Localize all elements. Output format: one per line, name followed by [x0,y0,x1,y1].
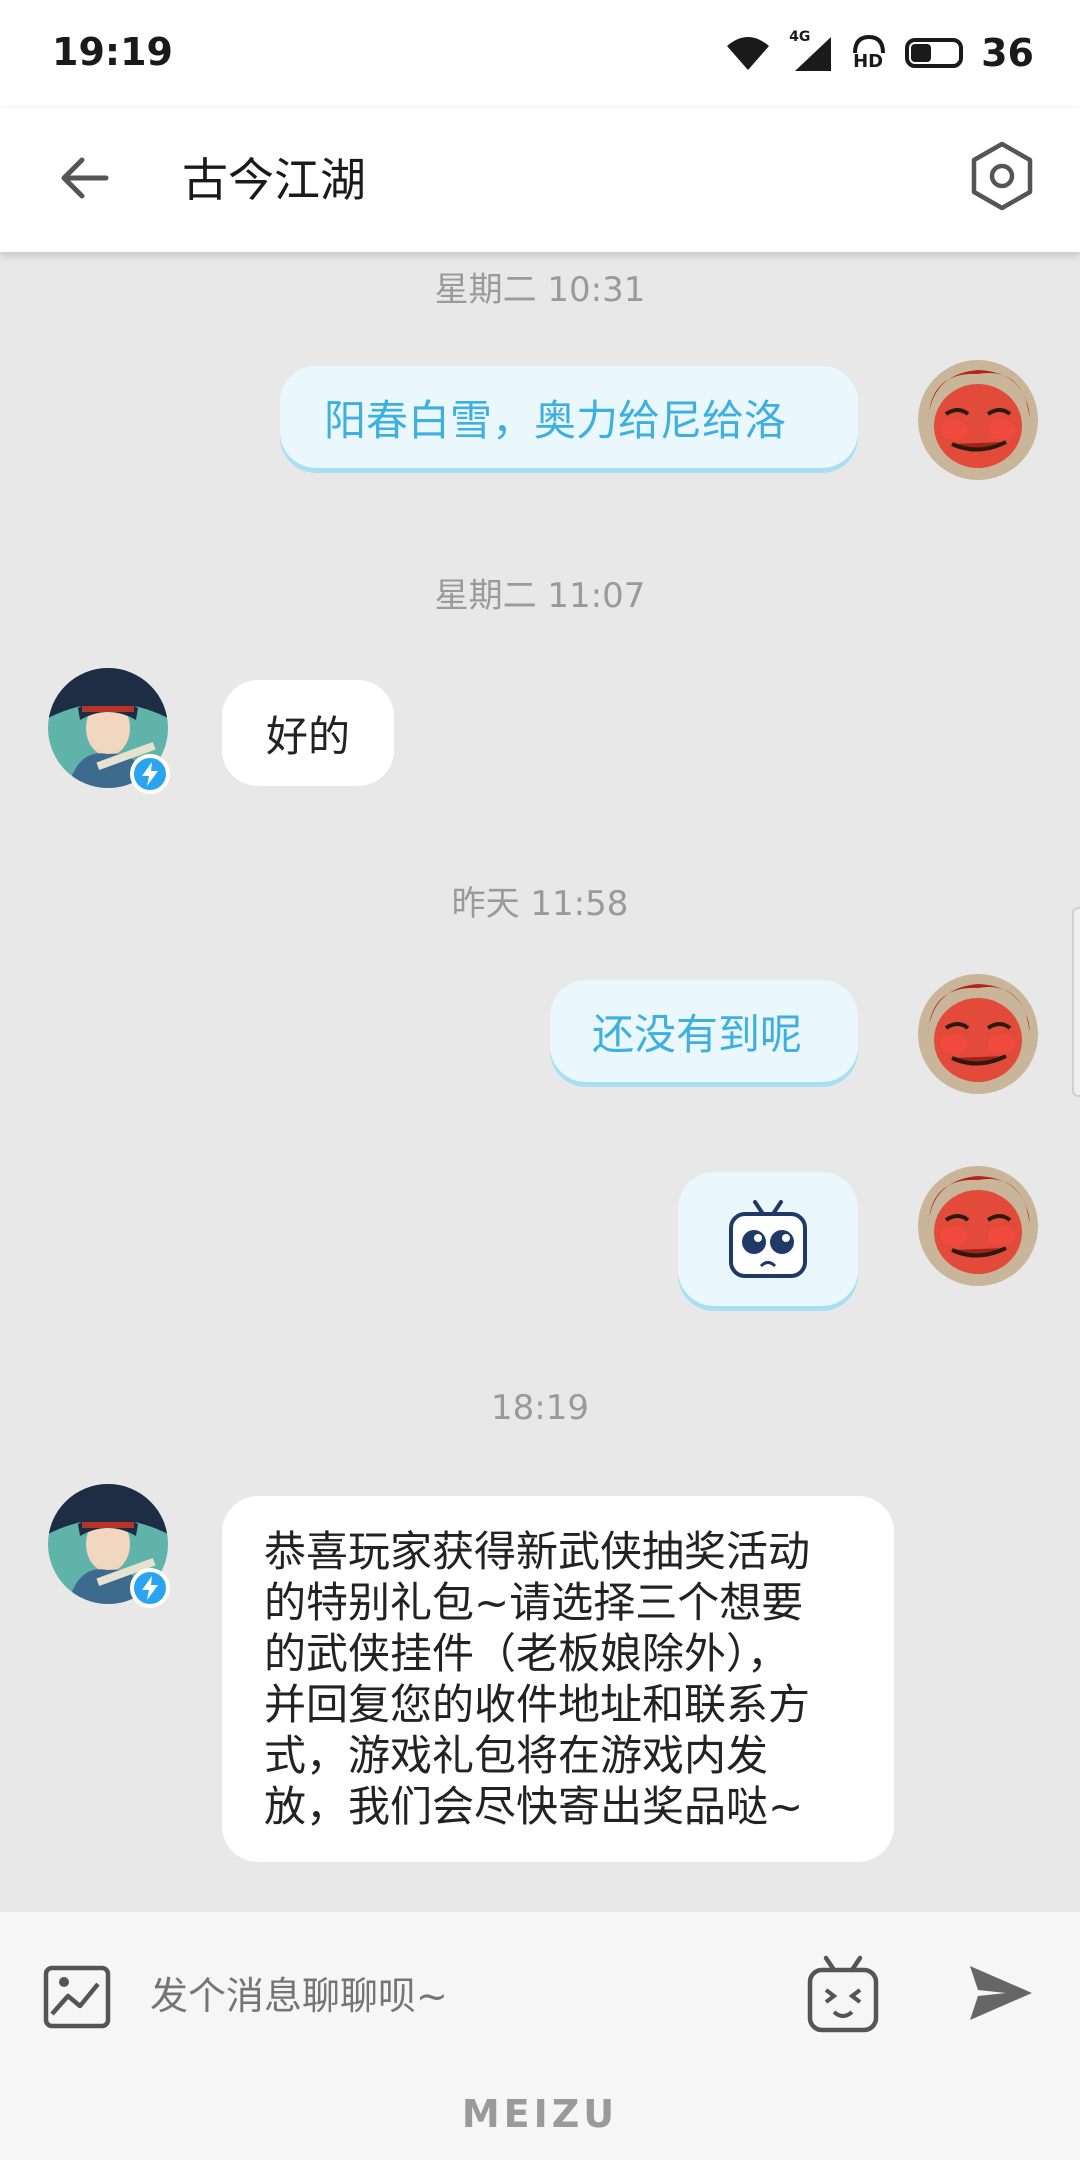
my-avatar[interactable] [918,360,1038,480]
message-text: 还没有到呢 [592,1009,803,1059]
image-picker-icon[interactable] [42,1962,112,2032]
emoji-sticker-icon[interactable] [806,1954,880,2034]
status-icons: 4G HD 36 [725,28,1034,78]
message-text-line: 恭喜玩家获得新武侠抽奖活动 [264,1527,811,1576]
battery-level: 36 [981,31,1034,75]
send-icon[interactable] [966,1960,1036,2026]
network-type-icon: 4G [789,29,833,73]
official-badge-icon [130,754,170,794]
status-bar: 19:19 4G HD 36 [0,0,1080,108]
message-text-line: 并回复您的收件地址和联系方 [264,1680,811,1729]
outgoing-message-bubble[interactable]: 阳春白雪，奥力给尼给洛 [280,366,858,468]
message-text-line: 式，游戏礼包将在游戏内发 [264,1731,769,1780]
back-arrow-icon[interactable] [52,146,116,210]
cell-signal-icon [795,37,832,71]
incoming-message-bubble[interactable]: 好的 [222,680,394,786]
sad-tv-mascot-sticker-icon [729,1200,807,1278]
message-input-bar: MEIZU [0,1912,1080,2160]
my-avatar[interactable] [918,1166,1038,1286]
timestamp: 昨天 11:58 [451,884,629,924]
hd-call-icon: HD [851,33,887,73]
timestamp: 星期二 10:31 [434,270,646,310]
message-text-line: 的武侠挂件（老板娘除外）， [264,1629,790,1678]
message-input[interactable] [150,1960,750,2032]
outgoing-sticker-bubble[interactable] [678,1172,858,1306]
message-text: 阳春白雪，奥力给尼给洛 [324,395,787,445]
incoming-message-bubble[interactable]: 恭喜玩家获得新武侠抽奖活动 的特别礼包~请选择三个想要 的武侠挂件（老板娘除外）… [222,1496,894,1862]
message-text-line: 的特别礼包~请选择三个想要 [264,1578,804,1627]
side-drawer-handle[interactable] [1072,907,1080,1097]
chat-header: 古今江湖 [0,108,1080,252]
message-list[interactable]: 星期二 10:31 阳春白雪，奥力给尼给洛 星期二 11:07 好的 昨天 11… [0,252,1080,1912]
settings-hexagon-icon[interactable] [964,138,1040,214]
my-avatar[interactable] [918,974,1038,1094]
status-time: 19:19 [52,30,173,74]
message-text-line: 放，我们会尽快寄出奖品哒~ [264,1782,804,1831]
device-brand-logo: MEIZU [461,2092,619,2136]
wifi-icon [727,37,770,70]
timestamp: 18:19 [491,1388,589,1428]
outgoing-message-bubble[interactable]: 还没有到呢 [550,980,858,1082]
timestamp: 星期二 11:07 [434,576,646,616]
battery-icon [905,38,964,68]
official-badge-icon [130,1568,170,1608]
message-text: 好的 [265,711,350,761]
chat-title: 古今江湖 [182,153,366,207]
